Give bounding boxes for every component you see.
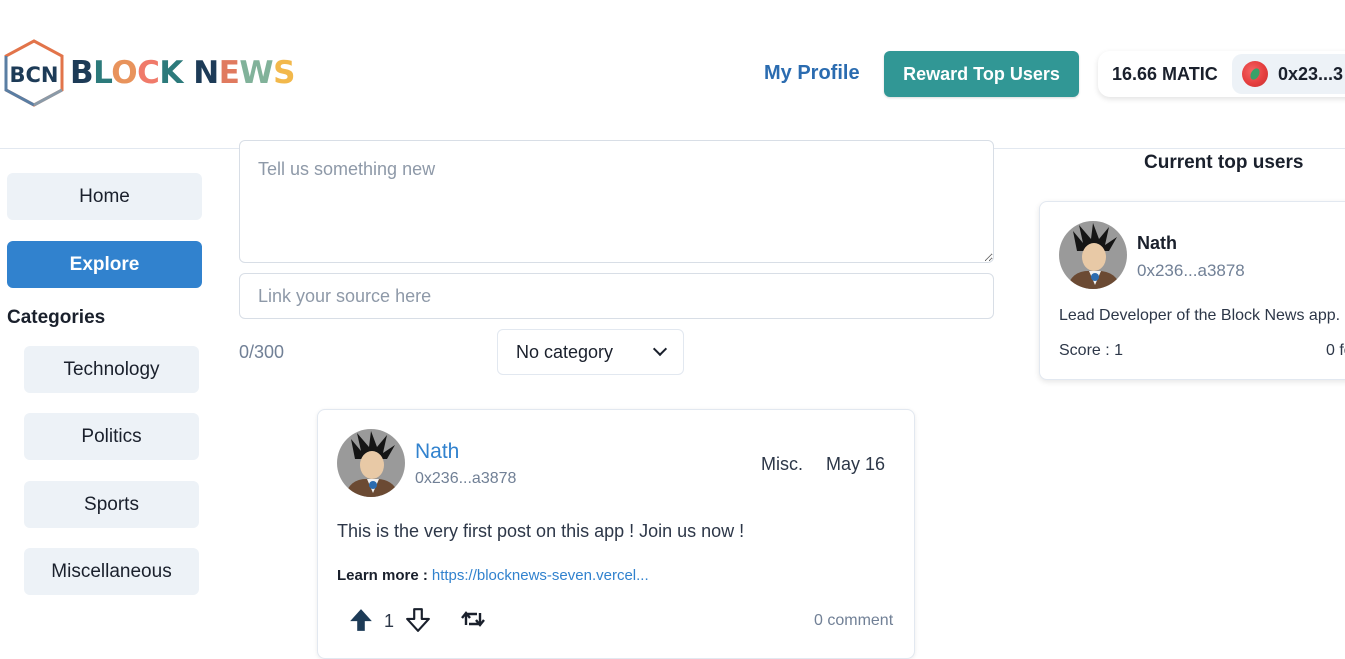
sidebar: Home Explore Categories Technology Polit… [0, 150, 215, 653]
wallet-balance: 16.66 MATIC [1112, 63, 1218, 84]
category-technology-button[interactable]: Technology [24, 346, 199, 393]
chevron-down-icon [652, 341, 668, 357]
post-body: This is the very first post on this app … [337, 521, 745, 541]
categories-heading: Categories [7, 307, 106, 328]
logo-text: BLOCK NEWS [70, 54, 295, 91]
top-user-avatar[interactable] [1059, 221, 1127, 289]
post-author-name[interactable]: Nath [415, 440, 459, 464]
category-select-value: No category [516, 341, 614, 362]
post-source: Learn more : https://blocknews-seven.verc… [337, 567, 649, 584]
top-user-followers: 0 fo [1326, 342, 1345, 359]
category-sports-button[interactable]: Sports [24, 481, 199, 528]
top-users-heading: Current top users [1144, 152, 1304, 173]
arrow-down-icon[interactable] [405, 607, 431, 633]
category-politics-button[interactable]: Politics [24, 413, 199, 460]
source-link-input[interactable] [239, 273, 994, 319]
post-text-input[interactable] [239, 140, 994, 263]
avatar-image [337, 429, 405, 497]
character-counter: 0/300 [239, 342, 285, 362]
retweet-icon[interactable] [461, 608, 485, 630]
post-author-address: 0x236...a3878 [415, 470, 517, 487]
svg-text:BCN: BCN [10, 63, 59, 87]
app-logo[interactable]: BCN BLOCK NEWS [2, 38, 295, 108]
learn-more-label: Learn more : [337, 567, 428, 584]
comments-link[interactable]: 0 comment [814, 612, 893, 630]
nav-home-button[interactable]: Home [7, 173, 202, 220]
vote-count: 1 [384, 611, 395, 631]
wallet-widget[interactable]: 16.66 MATIC 0x23...3 [1098, 51, 1345, 97]
nav-explore-button[interactable]: Explore [7, 241, 202, 288]
top-user-address: 0x236...a3878 [1137, 261, 1245, 280]
wallet-address: 0x23...3 [1278, 63, 1344, 84]
my-profile-link[interactable]: My Profile [764, 62, 860, 85]
logo-hexagon-icon: BCN [4, 39, 64, 107]
top-user-card[interactable]: Nath 0x236...a3878 Lead Developer of the… [1039, 201, 1345, 380]
reward-top-users-button[interactable]: Reward Top Users [884, 51, 1079, 97]
top-user-bio: Lead Developer of the Block News app. [1059, 307, 1341, 324]
post-category: Misc. [761, 454, 803, 474]
avatar-image [1059, 221, 1127, 289]
category-select[interactable]: No category [497, 329, 684, 375]
top-user-name: Nath [1137, 233, 1177, 253]
post-card: Nath 0x236...a3878 Misc. May 16 This is … [317, 409, 915, 659]
post-author-avatar[interactable] [337, 429, 405, 497]
app-header: BCN BLOCK NEWS My Profile Reward Top Use… [0, 0, 1345, 149]
arrow-up-icon[interactable] [348, 607, 374, 633]
top-user-score: Score : 1 [1059, 342, 1124, 359]
account-button[interactable]: 0x23...3 [1232, 54, 1345, 94]
post-source-link[interactable]: https://blocknews-seven.vercel... [432, 567, 649, 584]
category-miscellaneous-button[interactable]: Miscellaneous [24, 548, 199, 595]
wallet-avatar-icon [1242, 61, 1268, 87]
post-date: May 16 [826, 454, 886, 474]
